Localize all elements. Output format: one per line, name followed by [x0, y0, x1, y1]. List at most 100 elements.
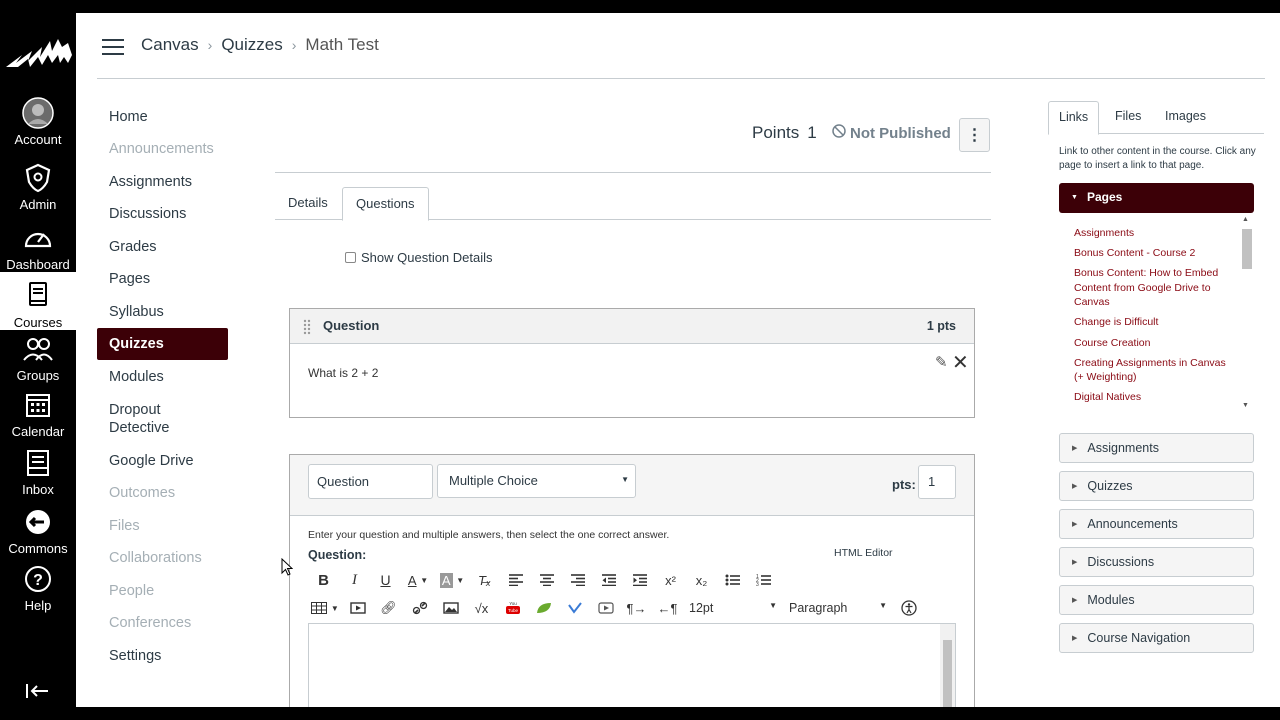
subscript-icon[interactable]: x₂	[686, 569, 717, 591]
nav-commons[interactable]: Commons	[0, 506, 76, 556]
bullet-list-icon[interactable]	[717, 569, 748, 591]
unlink-icon[interactable]	[404, 597, 435, 619]
course-nav-modules[interactable]: Modules	[97, 368, 228, 386]
pages-scrollbar-thumb[interactable]	[1242, 229, 1252, 269]
page-link[interactable]: Course Creation	[1059, 336, 1234, 351]
question-type-select[interactable]: Multiple Choice ▼	[437, 464, 636, 498]
accessibility-icon[interactable]	[893, 597, 924, 619]
align-left-icon[interactable]	[500, 569, 531, 591]
outdent-icon[interactable]	[593, 569, 624, 591]
paragraph-ltr-icon[interactable]: ¶→	[621, 597, 652, 619]
close-icon[interactable]: ✕	[952, 350, 969, 375]
table-icon[interactable]: ▼	[308, 597, 342, 619]
text-color-icon[interactable]: A ▼	[401, 569, 435, 591]
link-icon[interactable]: 🔗︎	[373, 597, 404, 619]
nav-account[interactable]: Account	[0, 97, 76, 147]
breadcrumb-quizzes[interactable]: Quizzes	[221, 35, 282, 55]
course-nav-grades[interactable]: Grades	[97, 238, 228, 256]
math-equation-icon[interactable]: √x	[466, 597, 497, 619]
course-nav-syllabus[interactable]: Syllabus	[97, 303, 228, 321]
sidebar-tab-files[interactable]: Files	[1105, 101, 1151, 134]
align-center-icon[interactable]	[531, 569, 562, 591]
course-nav-discussions[interactable]: Discussions	[97, 205, 228, 223]
tab-details[interactable]: Details	[275, 187, 341, 220]
sidebar-tab-links[interactable]: Links	[1048, 101, 1100, 135]
nav-help[interactable]: ? Help	[0, 563, 76, 613]
course-nav-files[interactable]: Files	[97, 517, 228, 535]
pencil-icon[interactable]: ✎	[935, 353, 948, 371]
youtube-icon[interactable]: You Tube	[497, 597, 528, 619]
page-link[interactable]: Bonus Content: How to Embed Content from…	[1059, 266, 1234, 310]
align-right-icon[interactable]	[562, 569, 593, 591]
breadcrumb-canvas[interactable]: Canvas	[141, 35, 199, 55]
accordion-assignments[interactable]: ▶ Assignments	[1059, 433, 1254, 463]
course-nav-home[interactable]: Home	[97, 108, 228, 126]
course-nav-conferences[interactable]: Conferences	[97, 614, 228, 632]
underline-icon[interactable]: U	[370, 569, 401, 591]
nav-admin[interactable]: Admin	[0, 162, 76, 212]
accordion-course-navigation[interactable]: ▶ Course Navigation	[1059, 623, 1254, 653]
show-details-checkbox[interactable]	[345, 252, 356, 263]
clear-formatting-icon[interactable]: T̶ₓ	[469, 569, 500, 591]
quiz-points: Points 1	[752, 123, 817, 143]
pages-accordion-header[interactable]: ▼ Pages	[1059, 183, 1254, 213]
editor-scrollbar[interactable]	[940, 624, 955, 707]
quiz-main: Points 1 Not Published ⋮ Details Question…	[275, 103, 991, 707]
nav-courses[interactable]: Courses	[0, 272, 76, 330]
course-nav-quizzes[interactable]: Quizzes	[97, 328, 228, 360]
sidebar-tab-images[interactable]: Images	[1155, 101, 1216, 134]
course-nav-outcomes[interactable]: Outcomes	[97, 484, 228, 502]
course-nav-people[interactable]: People	[97, 582, 228, 600]
numbered-list-icon[interactable]: 123	[748, 569, 779, 591]
nav-inbox[interactable]: Inbox	[0, 447, 76, 497]
italic-icon[interactable]: I	[339, 569, 370, 591]
video-icon[interactable]	[590, 597, 621, 619]
block-format-select[interactable]: Paragraph ▼	[783, 601, 893, 615]
accordion-announcements[interactable]: ▶ Announcements	[1059, 509, 1254, 539]
nav-groups[interactable]: Groups	[0, 333, 76, 383]
accordion-discussions[interactable]: ▶ Discussions	[1059, 547, 1254, 577]
background-color-icon[interactable]: A ▼	[435, 569, 469, 591]
course-nav-settings[interactable]: Settings	[97, 647, 228, 665]
question-name-input[interactable]: Question	[308, 464, 433, 499]
scroll-down-icon[interactable]: ▼	[1242, 402, 1249, 409]
font-size-select[interactable]: 12pt ▼	[683, 601, 783, 615]
pages-scrollbar[interactable]: ▲ ▼	[1239, 215, 1254, 411]
accordion-modules[interactable]: ▶ Modules	[1059, 585, 1254, 615]
page-link[interactable]: Bonus Content - Course 2	[1059, 246, 1234, 261]
nav-calendar[interactable]: Calendar	[0, 389, 76, 439]
editor-scrollbar-thumb[interactable]	[943, 640, 952, 707]
scroll-up-icon[interactable]: ▲	[1242, 216, 1249, 223]
course-nav-assignments[interactable]: Assignments	[97, 173, 228, 191]
drag-handle-icon[interactable]	[303, 319, 311, 335]
vimeo-check-icon[interactable]	[559, 597, 590, 619]
pts-input[interactable]: 1	[918, 465, 956, 499]
accordion-quizzes[interactable]: ▶ Quizzes	[1059, 471, 1254, 501]
page-link[interactable]: Change is Difficult	[1059, 315, 1234, 330]
rich-text-editor-area[interactable]	[308, 623, 956, 707]
media-icon[interactable]	[342, 597, 373, 619]
more-options-button[interactable]: ⋮	[959, 118, 990, 152]
image-icon[interactable]	[435, 597, 466, 619]
show-question-details[interactable]: Show Question Details	[345, 250, 493, 265]
hamburger-menu-icon[interactable]	[102, 39, 124, 55]
page-link[interactable]: Assignments	[1059, 226, 1234, 241]
page-link[interactable]: Creating Assignments in Canvas (+ Weight…	[1059, 356, 1234, 385]
course-nav-pages[interactable]: Pages	[97, 270, 228, 288]
bold-icon[interactable]: B	[308, 569, 339, 591]
indent-icon[interactable]	[624, 569, 655, 591]
course-nav-dropout-detective[interactable]: Dropout Detective	[97, 401, 207, 437]
course-nav-google-drive[interactable]: Google Drive	[97, 452, 228, 470]
page-link[interactable]: Digital Natives	[1059, 390, 1234, 405]
html-editor-link[interactable]: HTML Editor	[834, 547, 893, 559]
paragraph-rtl-icon[interactable]: ←¶	[652, 597, 683, 619]
leaf-icon[interactable]	[528, 597, 559, 619]
publish-status[interactable]: Not Published	[832, 124, 951, 142]
nav-dashboard[interactable]: Dashboard	[0, 222, 76, 272]
tab-questions[interactable]: Questions	[342, 187, 429, 221]
superscript-icon[interactable]: x²	[655, 569, 686, 591]
course-nav-collaborations[interactable]: Collaborations	[97, 549, 228, 567]
horse-logo-icon[interactable]	[0, 33, 76, 73]
course-nav-announcements[interactable]: Announcements	[97, 140, 228, 158]
collapse-nav-icon[interactable]	[24, 681, 52, 701]
